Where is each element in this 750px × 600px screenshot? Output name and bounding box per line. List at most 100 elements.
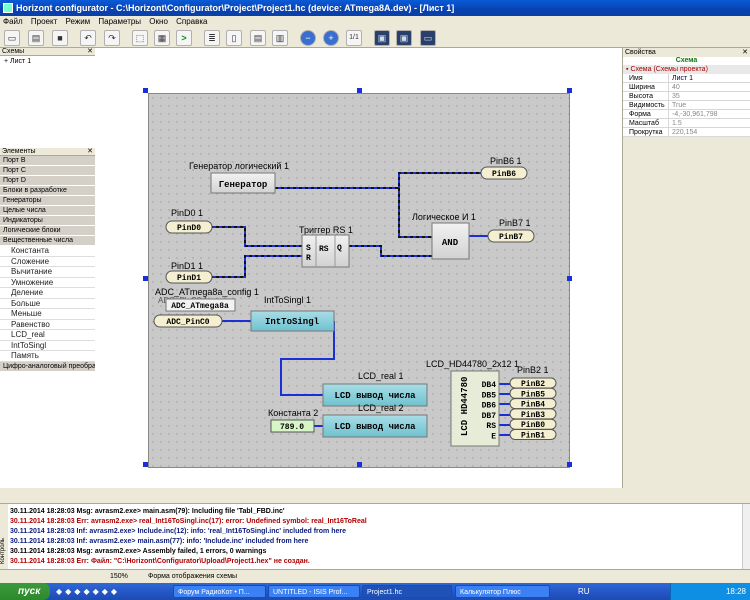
- property-row[interactable]: Имя Лист 1: [623, 74, 750, 83]
- zoom-in-icon[interactable]: +: [323, 30, 339, 46]
- close-icon[interactable]: ✕: [87, 48, 93, 56]
- scheme-canvas[interactable]: Генератор логический 1 Генератор PinB6 1…: [148, 93, 570, 468]
- element-item[interactable]: LCD_real: [0, 330, 95, 341]
- category-item[interactable]: Генераторы: [0, 196, 95, 206]
- property-row[interactable]: Видимость True: [623, 101, 750, 110]
- property-value[interactable]: -4,-30,961,798: [668, 110, 750, 118]
- lcd-pin-label: DB5: [482, 391, 497, 400]
- handle-br[interactable]: [567, 462, 572, 467]
- category-item[interactable]: Порт D: [0, 176, 95, 186]
- element-item[interactable]: Сложение: [0, 256, 95, 267]
- task-project[interactable]: Project1.hc: [362, 585, 452, 598]
- properties-category[interactable]: ▪ Схема (Схемы проекта): [623, 65, 750, 74]
- property-key: Имя: [629, 75, 643, 82]
- doc3-icon[interactable]: ▤: [250, 30, 266, 46]
- element-item[interactable]: Умножение: [0, 277, 95, 288]
- category-dac[interactable]: Цифро-аналоговый преобразо: [0, 361, 95, 372]
- menu-window[interactable]: Окно: [146, 17, 171, 26]
- log-line: 30.11.2014 18:28:03 Err: Файл: "C:\Horiz…: [10, 558, 310, 565]
- grid-icon[interactable]: ▦: [154, 30, 170, 46]
- category-item[interactable]: Блоки в разработке: [0, 186, 95, 196]
- menu-project[interactable]: Проект: [28, 17, 60, 26]
- property-value[interactable]: Лист 1: [668, 74, 750, 82]
- close-icon[interactable]: ✕: [87, 148, 93, 156]
- handle-bl[interactable]: [143, 462, 148, 467]
- menu-params[interactable]: Параметры: [95, 17, 144, 26]
- pinb2-title: PinB2 1: [517, 365, 549, 375]
- toolbar: ▭ ▤ ■ ↶ ↷ ⬚ ▦ > ≣ ▯ ▤ ▥ − + 1/1 ▣ ▣ ▭: [0, 28, 750, 48]
- category-item[interactable]: Логические блоки: [0, 226, 95, 236]
- handle-l[interactable]: [143, 276, 148, 281]
- menu-file[interactable]: Файл: [0, 17, 26, 26]
- language-indicator[interactable]: RU: [578, 583, 590, 600]
- element-item[interactable]: Больше: [0, 298, 95, 309]
- property-row[interactable]: Прокрутка 220,154: [623, 128, 750, 137]
- doc4-icon[interactable]: ▥: [272, 30, 288, 46]
- handle-t[interactable]: [357, 88, 362, 93]
- element-item[interactable]: Константа: [0, 246, 95, 257]
- run-icon[interactable]: >: [176, 30, 192, 46]
- new-file-icon[interactable]: ▭: [4, 30, 20, 46]
- property-row[interactable]: Форма -4,-30,961,798: [623, 110, 750, 119]
- property-key: Масштаб: [629, 120, 659, 127]
- scheme-item[interactable]: + Лист 1: [4, 58, 91, 65]
- category-item[interactable]: Индикаторы: [0, 216, 95, 226]
- category-item[interactable]: Вещественные числа: [0, 236, 95, 246]
- element-item[interactable]: Деление: [0, 288, 95, 299]
- trigger-rs: RS: [319, 245, 329, 254]
- property-value[interactable]: True: [668, 101, 750, 109]
- task-isis[interactable]: UNTITLED - ISIS Prof...: [268, 585, 360, 598]
- lcd-vertical-label: LCD HD44780: [460, 377, 470, 436]
- handle-r[interactable]: [567, 276, 572, 281]
- element-item[interactable]: Вычитание: [0, 267, 95, 278]
- doc1-icon[interactable]: ≣: [204, 30, 220, 46]
- doc2-icon[interactable]: ▯: [226, 30, 242, 46]
- property-value[interactable]: 40: [668, 83, 750, 91]
- property-value[interactable]: 1.5: [668, 119, 750, 127]
- schemes-header: Схемы ✕: [0, 48, 95, 56]
- wire-d1-r: [210, 255, 302, 278]
- category-list: Порт B Порт C Порт D Блоки в разработке Гене…: [0, 156, 95, 246]
- start-button[interactable]: пуск: [0, 583, 50, 600]
- property-row[interactable]: Ширина 40: [623, 83, 750, 92]
- element-item[interactable]: IntToSingl: [0, 340, 95, 351]
- save-icon[interactable]: ■: [52, 30, 68, 46]
- handle-tl[interactable]: [143, 88, 148, 93]
- property-row[interactable]: Масштаб 1.5: [623, 119, 750, 128]
- handle-b[interactable]: [357, 462, 362, 467]
- redo-icon[interactable]: ↷: [104, 30, 120, 46]
- close-icon[interactable]: ✕: [742, 48, 748, 57]
- category-item[interactable]: Порт B: [0, 156, 95, 166]
- task-radiokot[interactable]: Форум РадиоКот • П...: [173, 585, 266, 598]
- lcdr1-label: LCD вывод числа: [334, 391, 416, 401]
- category-item[interactable]: Порт C: [0, 166, 95, 176]
- category-item[interactable]: Целые числа: [0, 206, 95, 216]
- property-value[interactable]: 35: [668, 92, 750, 100]
- its-title: IntToSingl 1: [264, 295, 311, 305]
- zoom-out-icon[interactable]: −: [300, 30, 316, 46]
- property-row[interactable]: Высота 35: [623, 92, 750, 101]
- undo-icon[interactable]: ↶: [80, 30, 96, 46]
- window-layout2-icon[interactable]: ▣: [396, 30, 412, 46]
- monitor-icon[interactable]: ▭: [420, 30, 436, 46]
- trigger-title: Триггер RS 1: [299, 225, 353, 235]
- left-panel: Схемы ✕ + Лист 1 Элементы ✕ Порт B Порт C По…: [0, 48, 95, 488]
- task-calc[interactable]: Калькулятор Плюс: [455, 585, 550, 598]
- quicklaunch-icons[interactable]: ◆◆◆◆◆◆◆: [56, 587, 120, 596]
- open-file-icon[interactable]: ▤: [28, 30, 44, 46]
- properties-panel: Свойства ✕ Схема ▪ Схема (Схемы проекта) …: [622, 48, 750, 488]
- element-item[interactable]: Равенство: [0, 319, 95, 330]
- window-layout1-icon[interactable]: ▣: [374, 30, 390, 46]
- log-scrollbar[interactable]: [742, 504, 750, 570]
- select-icon[interactable]: ⬚: [132, 30, 148, 46]
- element-item[interactable]: Меньше: [0, 309, 95, 320]
- property-value[interactable]: 220,154: [668, 128, 750, 136]
- handle-tr[interactable]: [567, 88, 572, 93]
- menu-mode[interactable]: Режим: [63, 17, 94, 26]
- menu-help[interactable]: Справка: [173, 17, 210, 26]
- wire-q-and: [349, 245, 432, 257]
- element-item[interactable]: Память: [0, 351, 95, 362]
- wire-gen-b6: [275, 172, 481, 189]
- taskbar: пуск ◆◆◆◆◆◆◆ Форум РадиоКот • П... UNTIT…: [0, 583, 750, 600]
- zoom-reset-icon[interactable]: 1/1: [346, 30, 362, 46]
